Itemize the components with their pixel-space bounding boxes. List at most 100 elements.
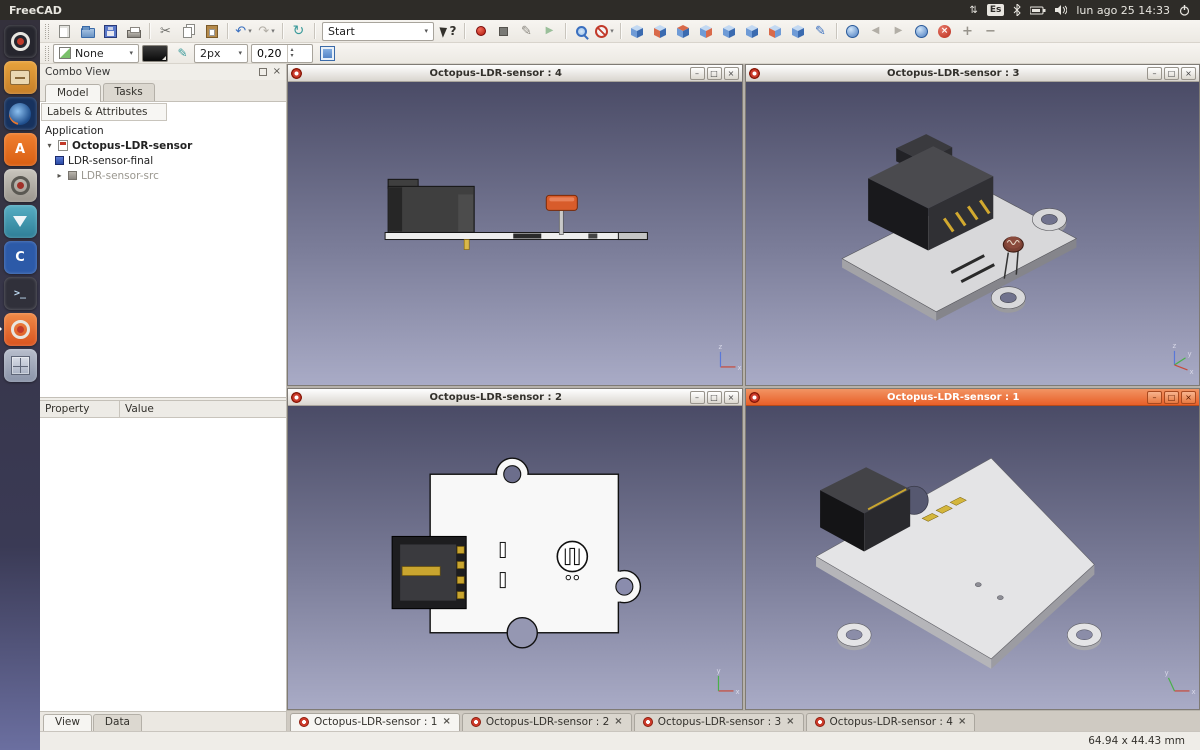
open-document-button[interactable] bbox=[76, 21, 99, 41]
pcb-board[interactable] bbox=[385, 232, 647, 239]
mdi-tab-4[interactable]: Octopus-LDR-sensor : 4 × bbox=[806, 713, 976, 731]
tree-item-document[interactable]: ▾ Octopus-LDR-sensor bbox=[41, 138, 285, 153]
view-left-button[interactable] bbox=[763, 21, 786, 41]
viewport-3d[interactable]: x z bbox=[288, 82, 742, 385]
cut-button[interactable]: ✂ bbox=[154, 21, 177, 41]
tree-group-application[interactable]: Application bbox=[41, 123, 285, 138]
keyboard-layout-indicator[interactable]: Es bbox=[987, 4, 1005, 16]
apply-style-button[interactable] bbox=[316, 43, 339, 63]
workbench-selector[interactable]: Start ▾ bbox=[322, 22, 434, 41]
minimize-button[interactable]: – bbox=[690, 391, 705, 404]
window-titlebar[interactable]: Octopus-LDR-sensor : 3 – □ × bbox=[746, 65, 1200, 82]
window-titlebar[interactable]: Octopus-LDR-sensor : 1 – □ × bbox=[746, 389, 1200, 406]
mdi-tab-3[interactable]: Octopus-LDR-sensor : 3 × bbox=[634, 713, 804, 731]
value-column[interactable]: Value bbox=[120, 401, 286, 417]
property-body[interactable] bbox=[40, 418, 286, 711]
point-size-spinbox[interactable]: 0,20 ▴▾ bbox=[251, 44, 313, 63]
view-top-button[interactable] bbox=[671, 21, 694, 41]
network-indicator-icon[interactable]: ⇅ bbox=[969, 5, 977, 16]
whats-this-button[interactable]: ? bbox=[437, 21, 460, 41]
launcher-workspace-switcher-icon[interactable] bbox=[4, 349, 37, 382]
nav-back-button[interactable]: ◀ bbox=[864, 21, 887, 41]
bluetooth-icon[interactable] bbox=[1013, 4, 1021, 16]
window-titlebar[interactable]: Octopus-LDR-sensor : 2 – □ × bbox=[288, 389, 742, 406]
tab-data[interactable]: Data bbox=[93, 714, 142, 731]
restore-button[interactable]: □ bbox=[1164, 67, 1179, 80]
clock[interactable]: lun ago 25 14:33 bbox=[1076, 4, 1170, 17]
window-titlebar[interactable]: Octopus-LDR-sensor : 4 – □ × bbox=[288, 65, 742, 82]
close-button[interactable]: × bbox=[724, 391, 739, 404]
expander-open-icon[interactable]: ▾ bbox=[45, 141, 54, 150]
undo-button[interactable]: ↶▾ bbox=[232, 21, 255, 41]
viewport-3d[interactable]: x y bbox=[288, 406, 742, 709]
view-rear-button[interactable] bbox=[717, 21, 740, 41]
restore-button[interactable]: □ bbox=[707, 391, 722, 404]
refresh-button[interactable]: ↻ bbox=[287, 21, 310, 41]
float-panel-icon[interactable] bbox=[259, 68, 267, 76]
launcher-terminal-icon[interactable]: >_ bbox=[4, 277, 37, 310]
close-button[interactable]: × bbox=[1181, 391, 1196, 404]
viewport-3d[interactable]: z y x bbox=[746, 82, 1200, 385]
fit-all-button[interactable] bbox=[570, 21, 593, 41]
tab-model[interactable]: Model bbox=[45, 84, 101, 102]
close-button[interactable]: × bbox=[724, 67, 739, 80]
minimize-button[interactable]: – bbox=[690, 67, 705, 80]
view-isometric-button[interactable] bbox=[625, 21, 648, 41]
close-tab-icon[interactable]: × bbox=[442, 717, 450, 727]
property-column[interactable]: Property bbox=[40, 401, 120, 417]
tree-item-ldr-sensor-src[interactable]: ▸ LDR-sensor-src bbox=[41, 168, 285, 183]
restore-button[interactable]: □ bbox=[1164, 391, 1179, 404]
draw-style-button[interactable]: ▾ bbox=[593, 21, 616, 41]
new-document-button[interactable] bbox=[53, 21, 76, 41]
launcher-media-icon[interactable] bbox=[4, 205, 37, 238]
battery-icon[interactable] bbox=[1030, 6, 1046, 15]
power-menu-icon[interactable] bbox=[1179, 5, 1190, 16]
zoom-out-button[interactable]: − bbox=[979, 21, 1002, 41]
close-panel-icon[interactable]: × bbox=[273, 67, 281, 77]
view-bottom-button[interactable] bbox=[740, 21, 763, 41]
close-document-button[interactable]: × bbox=[933, 21, 956, 41]
minimize-button[interactable]: – bbox=[1147, 67, 1162, 80]
macro-edit-button[interactable]: ✎ bbox=[515, 21, 538, 41]
autogroup-selector[interactable]: None ▾ bbox=[53, 44, 139, 63]
macro-record-button[interactable] bbox=[469, 21, 492, 41]
launcher-chromium-icon[interactable]: C bbox=[4, 241, 37, 274]
print-button[interactable] bbox=[122, 21, 145, 41]
tab-tasks[interactable]: Tasks bbox=[103, 83, 155, 101]
save-document-button[interactable] bbox=[99, 21, 122, 41]
macro-execute-button[interactable]: ▶ bbox=[538, 21, 561, 41]
measure-distance-button[interactable]: ✎ bbox=[809, 21, 832, 41]
copy-button[interactable] bbox=[177, 21, 200, 41]
close-button[interactable]: × bbox=[1181, 67, 1196, 80]
view-axonometric-button[interactable] bbox=[786, 21, 809, 41]
view-right-button[interactable] bbox=[694, 21, 717, 41]
launcher-firefox-icon[interactable] bbox=[4, 97, 37, 130]
line-width-selector[interactable]: 2px ▾ bbox=[194, 44, 248, 63]
connector[interactable] bbox=[392, 536, 466, 608]
dock-overlay-button[interactable] bbox=[841, 21, 864, 41]
launcher-settings-icon[interactable] bbox=[4, 169, 37, 202]
volume-icon[interactable] bbox=[1055, 5, 1067, 15]
paste-button[interactable] bbox=[200, 21, 223, 41]
viewport-3d[interactable]: x y bbox=[746, 406, 1200, 709]
potentiometer[interactable] bbox=[546, 195, 577, 234]
view-front-button[interactable] bbox=[648, 21, 671, 41]
launcher-freecad-running-icon[interactable] bbox=[4, 313, 37, 346]
close-tab-icon[interactable]: × bbox=[786, 717, 794, 727]
macro-stop-button[interactable] bbox=[492, 21, 515, 41]
spinner-arrows-icon[interactable]: ▴▾ bbox=[287, 45, 297, 62]
zoom-in-button[interactable]: + bbox=[956, 21, 979, 41]
launcher-freecad-icon[interactable] bbox=[4, 25, 37, 58]
restore-button[interactable]: □ bbox=[707, 67, 722, 80]
toolbar-drag-handle[interactable] bbox=[45, 46, 49, 61]
expander-closed-icon[interactable]: ▸ bbox=[55, 171, 64, 180]
tab-view[interactable]: View bbox=[43, 714, 92, 731]
close-tab-icon[interactable]: × bbox=[958, 717, 966, 727]
tree-item-ldr-sensor-final[interactable]: LDR-sensor-final bbox=[41, 153, 285, 168]
activate-window-button[interactable] bbox=[910, 21, 933, 41]
mdi-tab-2[interactable]: Octopus-LDR-sensor : 2 × bbox=[462, 713, 632, 731]
minimize-button[interactable]: – bbox=[1147, 391, 1162, 404]
launcher-files-icon[interactable] bbox=[4, 61, 37, 94]
nav-forward-button[interactable]: ▶ bbox=[887, 21, 910, 41]
line-color-button[interactable] bbox=[142, 45, 168, 62]
